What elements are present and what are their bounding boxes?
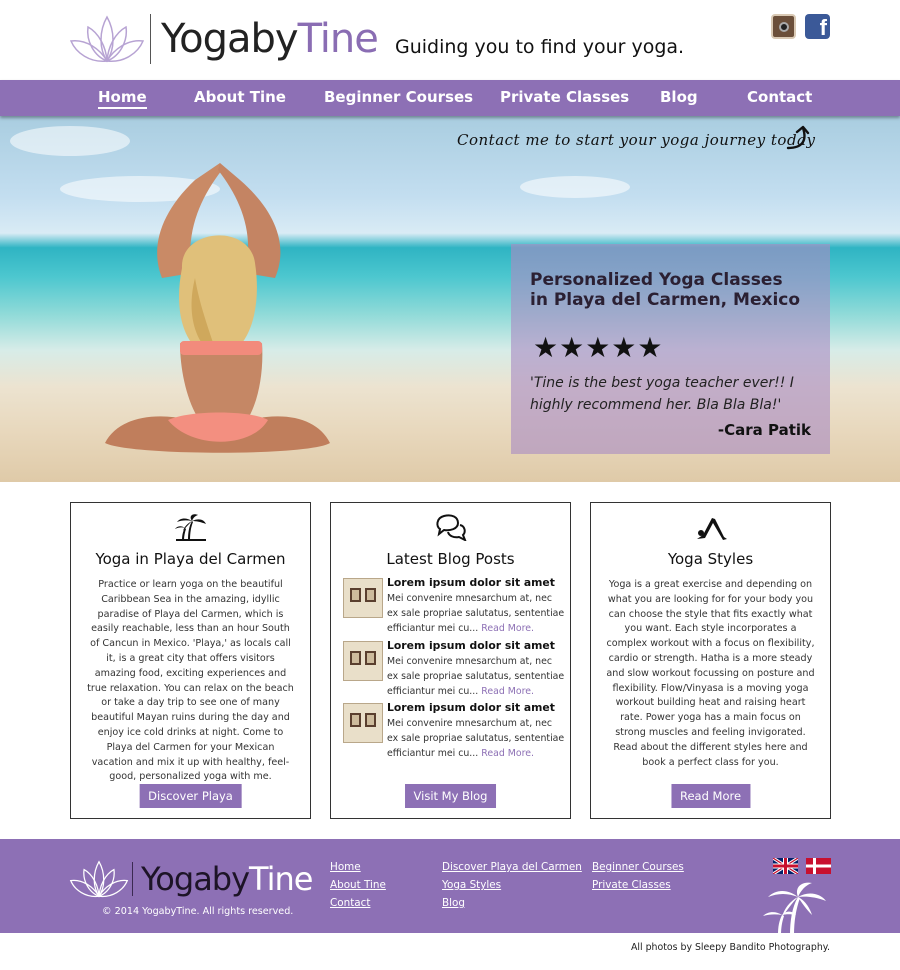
- nav-home[interactable]: Home: [98, 88, 147, 109]
- hero-banner: Contact me to start your yoga journey to…: [0, 116, 900, 482]
- footer-link-yoga-styles[interactable]: Yoga Styles: [442, 879, 501, 891]
- box-text: Yoga is a great exercise and depending o…: [606, 579, 815, 768]
- nav-contact[interactable]: Contact: [747, 88, 812, 106]
- box-title: Yoga in Playa del Carmen: [95, 550, 286, 568]
- box-title: Latest Blog Posts: [386, 550, 515, 568]
- footer-link-contact[interactable]: Contact: [330, 897, 370, 909]
- blog-post[interactable]: Lorem ipsum dolor sit amet Mei convenire…: [343, 576, 564, 634]
- site-header: YogabyTine Guiding you to find your yoga…: [0, 0, 900, 80]
- read-more-button[interactable]: Read More: [670, 784, 751, 808]
- yoga-styles-box: Yoga Styles Yoga is a great exercise and…: [590, 502, 831, 819]
- visit-blog-button[interactable]: Visit My Blog: [404, 784, 497, 808]
- read-more-link[interactable]: Read More.: [481, 686, 534, 697]
- blog-post-title[interactable]: Lorem ipsum dolor sit amet: [387, 576, 555, 589]
- box-title: Yoga Styles: [667, 550, 754, 568]
- read-more-link[interactable]: Read More.: [481, 623, 534, 634]
- lotus-logo-icon: [69, 15, 145, 63]
- testimonial-box: Personalized Yoga Classes in Playa del C…: [511, 244, 830, 454]
- blog-post[interactable]: Lorem ipsum dolor sit amet Mei convenire…: [343, 639, 564, 697]
- blog-post-title[interactable]: Lorem ipsum dolor sit amet: [387, 701, 555, 714]
- nav-private-classes[interactable]: Private Classes: [500, 88, 629, 106]
- box-text: Practice or learn yoga on the beautiful …: [87, 579, 294, 783]
- testimonial-quote: 'Tine is the best yoga teacher ever!! I …: [530, 375, 794, 413]
- site-footer: YogabyTine © 2014 YogabyTine. All rights…: [0, 839, 900, 935]
- speech-bubbles-icon: [435, 514, 466, 541]
- yoga-pose-icon: [696, 518, 727, 540]
- nav-blog[interactable]: Blog: [660, 88, 698, 106]
- hero-cta-text[interactable]: Contact me to start your yoga journey to…: [457, 131, 815, 149]
- blog-post-thumbnail: [343, 641, 383, 681]
- testimonial-author: -Cara Patik: [717, 421, 811, 439]
- playa-box: Yoga in Playa del Carmen Practice or lea…: [70, 502, 311, 819]
- site-logo[interactable]: YogabyTine: [68, 10, 379, 68]
- lotus-logo-icon: [69, 860, 129, 898]
- nav-about-tine[interactable]: About Tine: [194, 88, 286, 106]
- footer-link-beginner-courses[interactable]: Beginner Courses: [592, 861, 684, 873]
- copyright-text: © 2014 YogabyTine. All rights reserved.: [102, 906, 294, 917]
- facebook-icon[interactable]: f: [805, 14, 830, 40]
- cloud: [520, 176, 630, 198]
- palm-trees-icon: [174, 514, 206, 541]
- blog-post-thumbnail: [343, 578, 383, 618]
- photo-credit: All photos by Sleepy Bandito Photography…: [631, 942, 830, 953]
- footer-link-about-tine[interactable]: About Tine: [330, 879, 386, 891]
- blog-post-excerpt: Mei convenire mnesarchum at, nec ex sale…: [387, 656, 565, 697]
- footer-link-discover-playa[interactable]: Discover Playa del Carmen: [442, 861, 582, 873]
- main-nav: Home About Tine Beginner Courses Private…: [0, 80, 900, 116]
- footer-logo[interactable]: YogabyTine: [68, 857, 313, 901]
- logo-divider: [150, 14, 151, 64]
- cloud: [10, 126, 130, 156]
- yoga-woman-photo: [105, 163, 330, 453]
- logo-divider: [132, 862, 133, 896]
- tagline: Guiding you to find your yoga.: [395, 36, 685, 58]
- read-more-link[interactable]: Read More.: [481, 748, 534, 759]
- logo-text: YogabyTine: [161, 16, 379, 62]
- curved-arrow-icon: [786, 125, 810, 150]
- footer-link-private-classes[interactable]: Private Classes: [592, 879, 671, 891]
- footer-link-home[interactable]: Home: [330, 861, 361, 873]
- denmark-flag-icon[interactable]: [806, 858, 831, 874]
- hero-title: Personalized Yoga Classes in Playa del C…: [530, 270, 801, 310]
- blog-post-excerpt: Mei convenire mnesarchum at, nec ex sale…: [387, 593, 565, 634]
- uk-flag-icon[interactable]: [773, 858, 798, 874]
- blog-post-excerpt: Mei convenire mnesarchum at, nec ex sale…: [387, 718, 565, 759]
- footer-link-blog[interactable]: Blog: [442, 897, 465, 909]
- palm-trees-decoration-icon: [763, 882, 826, 935]
- footer-logo-text: YogabyTine: [141, 860, 313, 898]
- discover-playa-button[interactable]: Discover Playa: [139, 784, 242, 808]
- blog-box: Latest Blog Posts Lorem ipsum dolor sit …: [330, 502, 571, 819]
- star-rating: ★★★★★: [533, 331, 664, 364]
- nav-beginner-courses[interactable]: Beginner Courses: [324, 88, 473, 106]
- blog-post-thumbnail: [343, 703, 383, 743]
- blog-post[interactable]: Lorem ipsum dolor sit amet Mei convenire…: [343, 701, 564, 759]
- instagram-icon[interactable]: [771, 14, 796, 39]
- blog-post-title[interactable]: Lorem ipsum dolor sit amet: [387, 639, 555, 652]
